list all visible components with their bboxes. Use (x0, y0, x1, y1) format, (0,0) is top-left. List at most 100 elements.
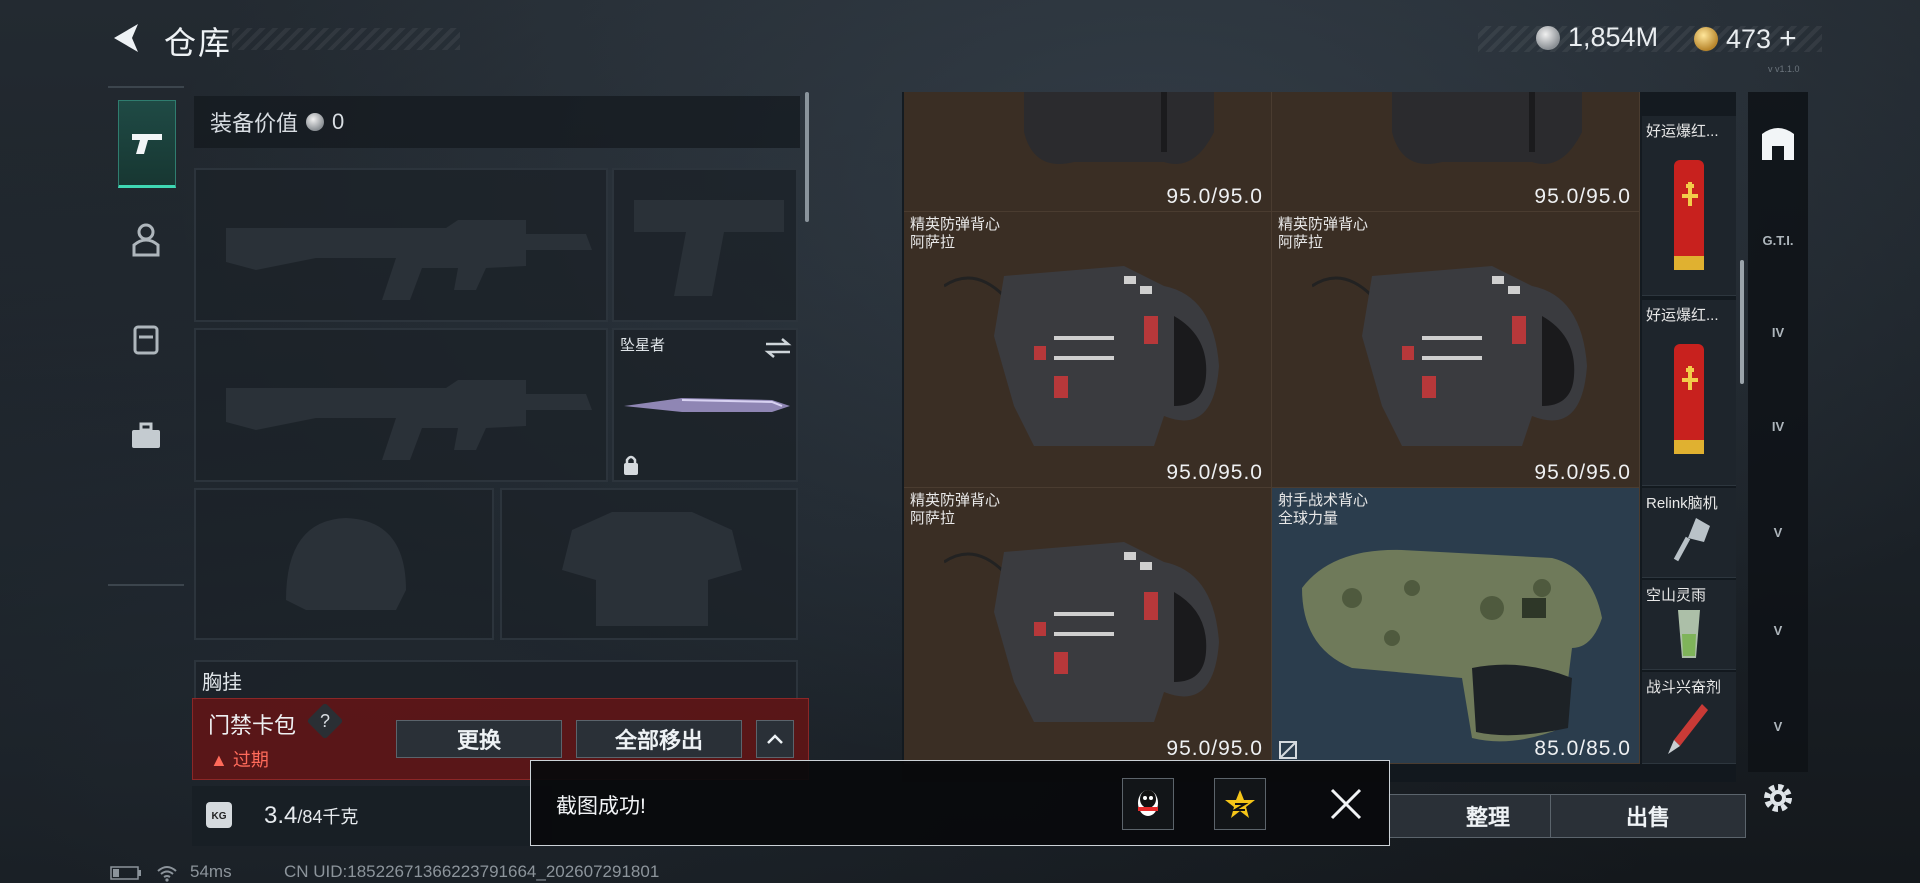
grid-item-small[interactable]: 空山灵雨 (1642, 580, 1736, 670)
sell-button[interactable]: 出售 (1550, 794, 1746, 838)
grid-item[interactable]: 精英防弹背心 阿萨拉 95.0/95.0 (1272, 212, 1640, 488)
item-durability: 95.0/95.0 (1166, 737, 1263, 760)
body-armor-icon (1312, 266, 1587, 446)
rifle-silhouette-icon-2 (226, 380, 592, 460)
equipment-value-label: 装备价值 (210, 111, 299, 136)
helmet-silhouette-icon (286, 518, 406, 610)
toolbox-icon (132, 422, 160, 448)
pistol-slot[interactable] (612, 168, 798, 322)
qzone-star-icon (1225, 790, 1255, 818)
settings-gear-icon[interactable] (1760, 780, 1796, 816)
weight-max: /84千克 (297, 807, 359, 827)
iv-card-icon-2[interactable]: IV (1758, 406, 1798, 446)
battery-icon (110, 866, 141, 880)
tab-backpack[interactable] (118, 296, 174, 380)
right-quick-bar: G.T.I. IV IV V V V (1748, 92, 1808, 772)
grid-item-small[interactable]: 好运爆红... (1642, 116, 1736, 296)
equipment-scrollbar[interactable] (805, 92, 809, 222)
chest-rig-slot[interactable]: 胸挂 (194, 660, 798, 700)
grid-item-small[interactable]: Relink脑机 (1642, 488, 1736, 578)
item-name: 好运爆红... (1646, 307, 1719, 324)
add-currency-button[interactable]: + (1779, 22, 1797, 56)
tab-weapon[interactable] (118, 100, 176, 188)
weight-icon: KG (206, 802, 232, 828)
gti-card-icon[interactable]: G.T.I. (1758, 220, 1798, 260)
keycard-status: ▲ 过期 (210, 746, 269, 772)
v-card-icon-3[interactable]: V (1758, 706, 1798, 746)
drink-icon (1678, 610, 1700, 658)
remove-all-button[interactable]: 全部移出 (576, 720, 742, 758)
item-durability: 95.0/95.0 (1166, 461, 1263, 484)
chevron-up-icon (767, 734, 783, 744)
grid-item[interactable]: 95.0/95.0 (904, 92, 1272, 212)
item-durability: 95.0/95.0 (1534, 185, 1631, 208)
card-label: V (1773, 622, 1783, 638)
grid-item[interactable]: 95.0/95.0 (1272, 92, 1640, 212)
toast-message: 截图成功! (556, 795, 646, 818)
armor-slot[interactable] (500, 488, 798, 640)
equipment-value-amount: 0 (332, 109, 345, 134)
ping-text: 54ms (190, 862, 232, 881)
warning-icon: ▲ (210, 750, 228, 770)
vest-icon (1392, 92, 1582, 164)
card-label: G.T.I. (1762, 232, 1794, 248)
body-armor-icon (944, 542, 1219, 722)
item-name: 射手战术背心 全球力量 (1278, 492, 1369, 527)
melee-slot[interactable]: 坠星者 (612, 328, 798, 482)
grid-item-small[interactable]: 好运爆红... (1642, 300, 1736, 486)
chest-rig-label: 胸挂 (202, 672, 242, 694)
weight-bar (192, 786, 552, 846)
primary-weapon-slot[interactable] (194, 168, 608, 322)
item-durability: 95.0/95.0 (1534, 461, 1631, 484)
v-card-icon-2[interactable]: V (1758, 610, 1798, 650)
keycard-status-text: 过期 (232, 750, 269, 770)
keycard-title: 门禁卡包 (208, 713, 297, 738)
firecracker-icon (1674, 344, 1704, 454)
qq-penguin-icon (1138, 790, 1158, 816)
operator-icon (132, 223, 160, 257)
card-label: IV (1771, 324, 1785, 340)
firecracker-icon (1674, 160, 1704, 270)
card-label: IV (1771, 418, 1785, 434)
backpack-icon (133, 325, 159, 355)
lock-icon (624, 455, 638, 475)
v-card-icon[interactable]: V (1758, 512, 1798, 552)
tactical-vest-icon (1302, 549, 1602, 742)
grid-item[interactable]: 精英防弹背心 阿萨拉 95.0/95.0 (904, 488, 1272, 764)
uid-text: CN UID:18522671366223791664_202607291801 (284, 862, 660, 881)
gold-currency[interactable]: 473 + (1694, 22, 1797, 56)
rifle-silhouette-icon (226, 220, 592, 300)
share-qzone-button[interactable] (1214, 778, 1266, 830)
collapse-button[interactable] (756, 720, 794, 758)
item-name: 精英防弹背心 阿萨拉 (910, 492, 1001, 527)
grid-item[interactable]: 射手战术背心 全球力量 85.0/85.0 (1272, 488, 1640, 764)
tab-toolbox[interactable] (118, 394, 174, 478)
item-name: Relink脑机 (1646, 495, 1718, 512)
body-armor-icon (944, 266, 1219, 446)
home-icon[interactable] (1758, 124, 1798, 164)
item-name: 好运爆红... (1646, 123, 1719, 140)
helmet-slot[interactable] (194, 488, 494, 640)
close-toast-icon[interactable] (1326, 784, 1366, 824)
weight-readout: 3.4/84千克 (264, 802, 358, 830)
silver-currency: 1,854M (1536, 22, 1658, 53)
tab-character[interactable] (118, 198, 174, 282)
help-question-mark: ? (319, 710, 331, 731)
item-durability: 95.0/95.0 (1166, 185, 1263, 208)
card-label: V (1773, 524, 1783, 540)
item-name: 战斗兴奋剂 (1646, 679, 1722, 696)
secondary-weapon-slot[interactable] (194, 328, 608, 482)
category-tabs (108, 86, 184, 586)
grid-scrollbar[interactable] (1740, 260, 1744, 384)
iv-card-icon[interactable]: IV (1758, 312, 1798, 352)
item-name: 空山灵雨 (1646, 587, 1707, 604)
grid-item-small[interactable]: 战斗兴奋剂 (1642, 672, 1736, 764)
swap-icon[interactable] (764, 338, 792, 358)
version-text: v v1.1.0 (1768, 64, 1800, 74)
share-qq-button[interactable] (1122, 778, 1174, 830)
grid-item[interactable]: 精英防弹背心 阿萨拉 95.0/95.0 (904, 212, 1272, 488)
silver-coin-icon (306, 113, 325, 131)
replace-button[interactable]: 更换 (396, 720, 562, 758)
back-arrow-icon[interactable] (108, 20, 144, 56)
knife-icon (624, 398, 790, 412)
